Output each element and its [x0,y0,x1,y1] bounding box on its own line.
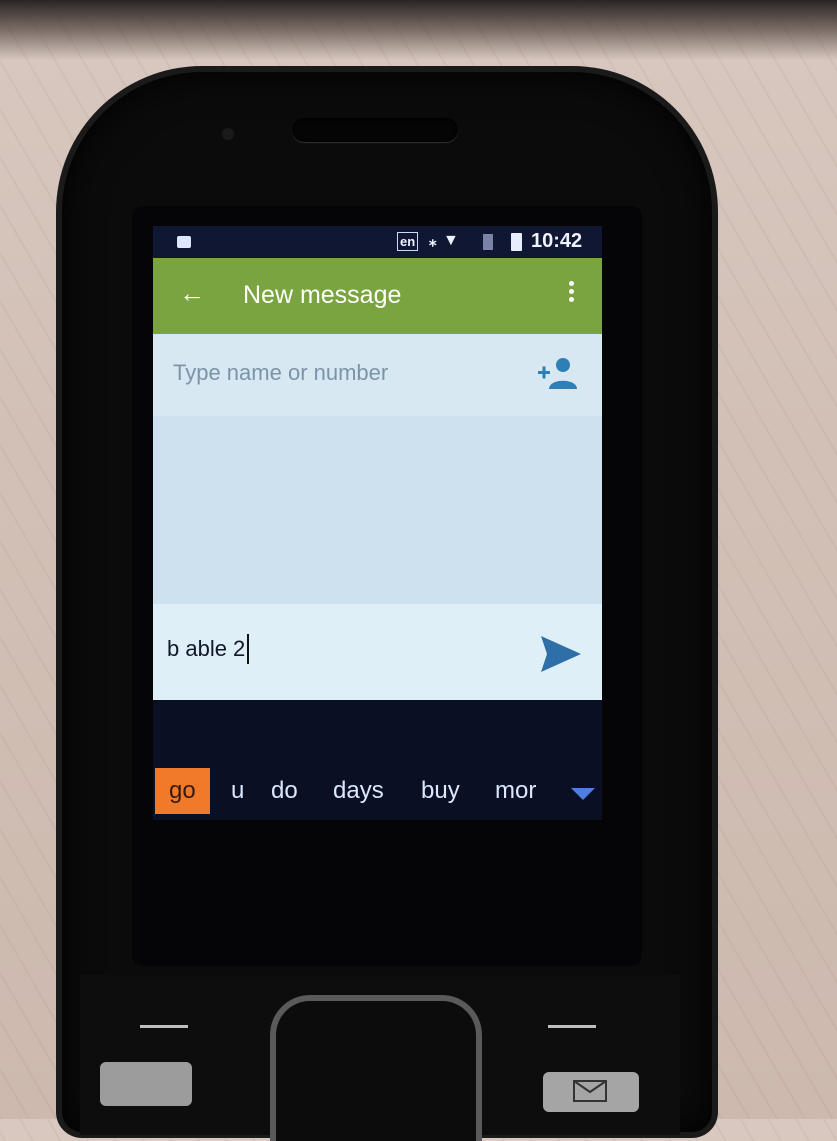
recipient-input[interactable] [173,358,513,388]
suggestion-item[interactable]: buy [421,776,460,806]
earpiece-speaker [292,118,458,142]
suggestion-item[interactable]: do [271,776,298,806]
front-camera [222,128,234,140]
status-bar: en ⁎ ▼ 10:42 [153,226,602,258]
call-key[interactable] [100,1062,192,1106]
bluetooth-icon: ⁎ [429,233,437,250]
recipient-row [153,334,602,416]
page-title: New message [243,281,402,309]
arrow-left-icon[interactable]: ← [179,278,205,308]
message-key[interactable] [543,1072,639,1112]
left-softkey-indicator [140,1025,188,1028]
send-icon[interactable] [539,634,583,674]
background-top-shadow [0,0,837,60]
text-cursor [247,634,250,664]
signal-icon [483,234,493,250]
add-contact-icon[interactable] [536,356,580,390]
suggestion-item[interactable]: u [231,776,244,806]
app-bar: ← New message [153,258,602,334]
language-indicator: en [397,232,419,251]
envelope-icon [573,1080,607,1102]
more-vertical-icon[interactable] [561,278,581,312]
keyboard-spacer [153,700,602,756]
navigation-dpad[interactable] [270,995,482,1141]
menu-dot [568,297,574,302]
suggestion-item-selected[interactable]: go [155,768,210,814]
message-text: b able 2 [167,636,246,661]
suggestion-item[interactable]: mor [495,776,536,806]
message-input[interactable]: b able 2 [167,634,250,664]
suggestion-bar: go u do days buy mor [153,756,602,820]
phone-screen: en ⁎ ▼ 10:42 ← New message b able 2 [153,226,602,820]
wifi-icon: ▼ [443,232,459,249]
notification-icon [177,236,191,248]
menu-dot [568,281,574,286]
conversation-area [153,416,602,604]
status-time: 10:42 [531,230,583,252]
compose-row: b able 2 [153,604,602,700]
triangle-down-icon[interactable] [571,788,595,800]
suggestion-item[interactable]: days [333,776,384,806]
menu-dot [568,289,574,294]
right-softkey-indicator [548,1025,596,1028]
battery-icon [511,233,522,251]
